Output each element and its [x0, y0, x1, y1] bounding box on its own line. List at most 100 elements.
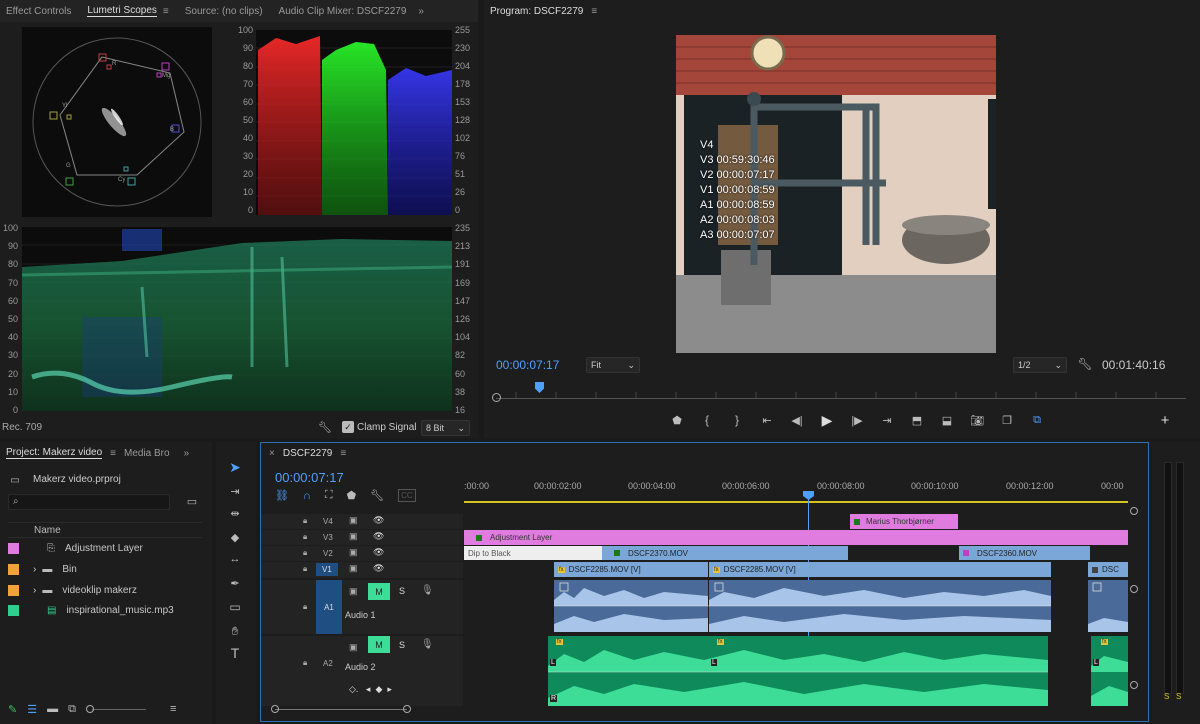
microphone-icon[interactable]: 🎙︎ — [421, 639, 434, 650]
pen-tool-icon[interactable]: ✒ — [226, 574, 244, 592]
eye-icon[interactable]: 👁︎ — [373, 547, 384, 558]
solo-indicator[interactable]: S — [1176, 692, 1181, 701]
mute-button[interactable]: M — [368, 636, 390, 653]
scroll-handle-top[interactable] — [1130, 507, 1138, 515]
tab-audio-clip-mixer[interactable]: Audio Clip Mixer: DSCF2279 — [279, 6, 407, 17]
tab-source[interactable]: Source: (no clips) — [185, 6, 263, 17]
solo-button[interactable]: S — [399, 640, 405, 650]
clip-dscf2370[interactable]: DSCF2370.MOV — [602, 546, 848, 560]
clip-dip-to-black[interactable]: Dip to Black — [464, 546, 602, 560]
eye-icon[interactable]: 👁︎ — [373, 563, 384, 574]
lock-icon[interactable]: 🔒︎ — [303, 548, 307, 558]
label-color-swatch[interactable] — [8, 542, 19, 554]
clip-marius[interactable]: Marius Thorbjørner — [850, 514, 958, 529]
list-item[interactable]: › ▬ Bin — [8, 559, 202, 579]
linked-selection-icon[interactable]: ⛶ — [325, 489, 333, 502]
lock-icon[interactable]: 🔒︎ — [303, 564, 307, 574]
new-bin-icon[interactable]: ▭ — [184, 494, 200, 508]
wrench-icon[interactable]: 🔧︎ — [318, 420, 332, 434]
clip-adjustment-layer[interactable]: Adjustment Layer — [464, 530, 1128, 545]
snap-icon[interactable]: ∩ — [303, 489, 311, 502]
step-forward-icon[interactable]: |▶︎ — [848, 414, 866, 427]
name-column-header[interactable]: Name — [34, 525, 61, 536]
clip-dsc-end[interactable]: DSC — [1088, 562, 1128, 577]
add-button-icon[interactable]: + — [1158, 412, 1172, 429]
extract-icon[interactable]: ⬓ — [938, 414, 956, 427]
step-back-icon[interactable]: ◀︎| — [788, 414, 806, 427]
vertical-scrollbar[interactable] — [1130, 507, 1138, 689]
sync-lock-icon[interactable]: ▣ — [349, 515, 358, 526]
panel-menu-icon[interactable]: ≡ — [591, 6, 597, 17]
work-area-bar[interactable] — [464, 501, 1128, 503]
ripple-edit-tool-icon[interactable]: ⇹ — [226, 504, 244, 522]
tab-project[interactable]: Project: Makerz video — [6, 447, 103, 459]
scroll-handle-bottom[interactable] — [1130, 681, 1138, 689]
scroll-handle-left[interactable] — [271, 705, 279, 713]
mark-out-icon[interactable]: } — [728, 413, 746, 427]
icon-view-icon[interactable]: ▬ — [47, 703, 58, 715]
list-view-icon[interactable]: ☰ — [27, 703, 37, 716]
clip-dscf2360[interactable]: DSCF2360.MOV — [959, 546, 1090, 560]
keyframe-nav[interactable]: ◇. ◂ ◆ ▸ — [349, 684, 392, 695]
hand-tool-icon[interactable]: ✋︎ — [226, 622, 244, 640]
scroll-handle-mid[interactable] — [1130, 585, 1138, 593]
audio2-clips[interactable] — [464, 636, 1128, 706]
nest-icon[interactable]: ⛓ — [275, 489, 289, 502]
panel-menu-icon[interactable]: ≡ — [340, 448, 346, 459]
bit-depth-select[interactable]: 8 Bit ⌄ — [421, 420, 470, 436]
sync-lock-icon[interactable]: ▣ — [349, 642, 358, 653]
timeline-timecode[interactable]: 00:00:07:17 — [275, 470, 344, 485]
sync-lock-icon[interactable]: ▣ — [349, 531, 358, 542]
disclosure-arrow-icon[interactable]: › — [33, 564, 36, 575]
add-marker-icon[interactable]: ⬟ — [668, 414, 686, 427]
disclosure-arrow-icon[interactable]: › — [33, 585, 36, 596]
label-color-swatch[interactable] — [8, 563, 19, 575]
multi-camera-icon[interactable]: ⧉ — [1028, 414, 1046, 427]
solo-button[interactable]: S — [399, 586, 405, 596]
sync-lock-icon[interactable]: ▣ — [349, 547, 358, 558]
zoom-slider[interactable] — [85, 705, 146, 713]
lock-icon[interactable]: 🔒︎ — [303, 602, 307, 612]
horizontal-scrollbar[interactable] — [271, 705, 411, 715]
program-timecode[interactable]: 00:00:07:17 — [496, 358, 559, 372]
lift-icon[interactable]: ⬒ — [908, 414, 926, 427]
captions-icon[interactable]: CC — [398, 489, 416, 502]
type-tool-icon[interactable]: T — [226, 644, 244, 662]
sort-icon[interactable]: ≡ — [170, 703, 176, 715]
play-icon[interactable]: ▶︎ — [818, 412, 836, 429]
clip-dscf2285-a[interactable]: fx DSCF2285.MOV [V] — [554, 562, 708, 577]
tab-media-browser[interactable]: Media Bro — [124, 448, 170, 459]
time-ruler[interactable]: :00:00 00:00:02:00 00:00:04:00 00:00:06:… — [464, 479, 1128, 503]
clip-dscf2285-b[interactable]: fx DSCF2285.MOV [V] — [709, 562, 1051, 577]
sync-lock-icon[interactable]: ▣ — [349, 586, 358, 597]
export-frame-icon[interactable]: 📷︎ — [968, 414, 986, 427]
eye-icon[interactable]: 👁︎ — [373, 515, 384, 526]
pencil-icon[interactable]: ✎ — [8, 703, 17, 716]
go-to-in-icon[interactable]: ⇤ — [758, 414, 776, 427]
solo-indicator[interactable]: S — [1164, 692, 1169, 701]
lock-icon[interactable]: 🔒︎ — [303, 516, 307, 526]
selection-tool-icon[interactable]: ➤ — [226, 458, 244, 476]
clamp-signal-checkbox[interactable]: ✓ — [342, 421, 354, 433]
panel-menu-icon[interactable]: ≡ — [110, 448, 116, 459]
mute-button[interactable]: M — [368, 583, 390, 600]
list-item[interactable]: ⎘ Adjustment Layer — [8, 538, 202, 558]
more-tabs-icon[interactable]: » — [184, 448, 190, 459]
tab-lumetri-scopes[interactable]: Lumetri Scopes — [87, 5, 157, 17]
audio1-clips[interactable] — [464, 580, 1128, 636]
settings-wrench-icon[interactable]: 🔧︎ — [370, 489, 384, 502]
add-marker-icon[interactable]: ⬟ — [347, 489, 357, 502]
microphone-icon[interactable]: 🎙︎ — [421, 585, 434, 596]
close-icon[interactable]: × — [269, 448, 275, 459]
razor-tool-icon[interactable]: ◆ — [226, 528, 244, 546]
search-input[interactable]: ⌕ — [8, 494, 170, 510]
track-label-v1[interactable]: V1 — [316, 563, 338, 576]
label-color-swatch[interactable] — [8, 604, 19, 616]
label-color-swatch[interactable] — [8, 584, 19, 596]
mark-in-icon[interactable]: { — [698, 413, 716, 427]
lock-icon[interactable]: 🔒︎ — [303, 532, 307, 542]
track-label-a1[interactable]: A1 — [316, 580, 342, 634]
comparison-view-icon[interactable]: ❐ — [998, 414, 1016, 427]
panel-menu-icon[interactable]: ≡ — [163, 6, 169, 17]
scroll-handle-right[interactable] — [403, 705, 411, 713]
